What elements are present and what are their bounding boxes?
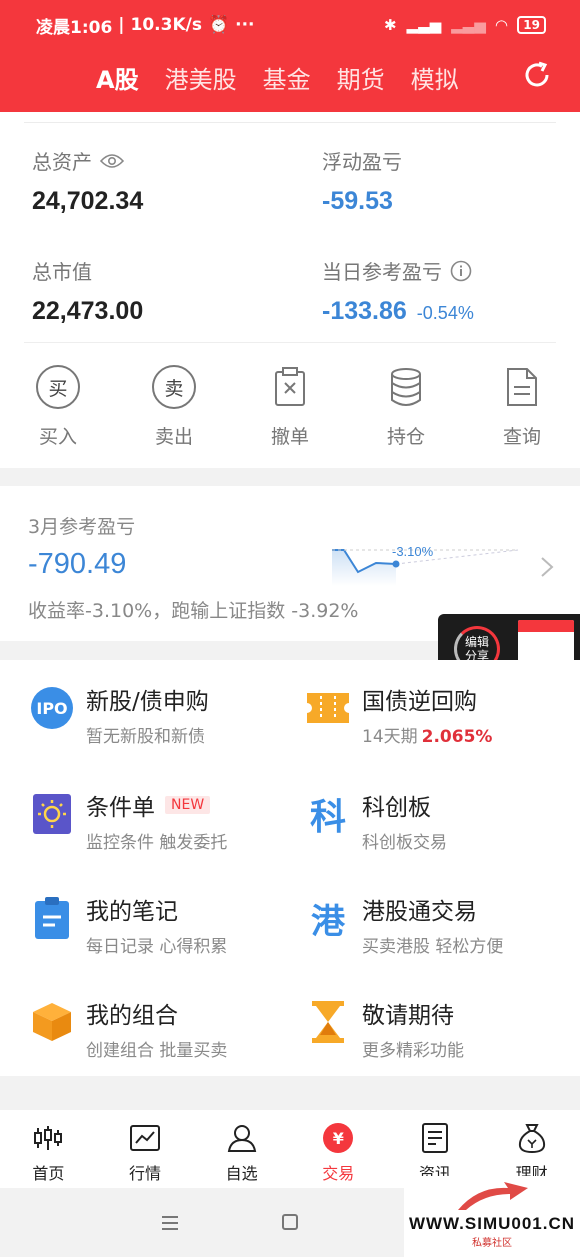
account-summary: 总资产 24,702.34 浮动盈亏 -59.53 总市值 22,473.00 … (0, 112, 580, 468)
query-button[interactable]: 查询 (464, 364, 580, 449)
monthly-desc: 收益率-3.10%，跑输上证指数 -3.92% (28, 600, 359, 622)
status-speed: 10.3K/s (130, 15, 202, 35)
repo-rate: 2.065% (421, 727, 493, 747)
user-icon (226, 1122, 258, 1154)
star-market-icon: 科 (309, 797, 346, 838)
home-square-icon[interactable] (282, 1214, 298, 1230)
positions-button[interactable]: 持仓 (348, 364, 464, 449)
hourglass-icon (306, 1000, 350, 1044)
alarm-icon: ⏰ (207, 15, 230, 35)
tab-simulation[interactable]: 模拟 (411, 60, 459, 95)
daily-pl: 当日参考盈亏 -133.86 -0.54% (322, 260, 474, 325)
yen-icon: ¥ (323, 1123, 354, 1153)
top-bar: 凌晨1:06 | 10.3K/s ⏰ ··· ✱ ▂▃▅ ▂▃▅ ◠ 19 A股… (0, 0, 580, 112)
watermark-logo-icon (458, 1182, 528, 1210)
feature-conditional-order[interactable]: 条件单 NEW 监控条件 触发委托 (30, 774, 300, 854)
query-document-icon (507, 368, 537, 406)
daily-pl-pct: -0.54% (416, 303, 474, 323)
feature-star-market[interactable]: 科 科创板 科创板交易 (306, 774, 576, 854)
total-assets: 总资产 24,702.34 (32, 150, 144, 215)
floating-pl-value: -59.53 (322, 187, 393, 215)
status-bar: 凌晨1:06 | 10.3K/s ⏰ ··· ✱ ▂▃▅ ▂▃▅ ◠ 19 (0, 0, 580, 50)
wifi-icon: ◠ (495, 16, 508, 34)
cancel-order-button[interactable]: 撤单 (232, 364, 348, 449)
sell-icon: 卖 (152, 365, 196, 409)
watermark: WWW.SIMU001.CN 私募社区 (404, 1176, 580, 1257)
nav-watchlist[interactable]: 自选 (193, 1110, 290, 1188)
ipo-icon: IPO (30, 686, 74, 730)
chart-line-icon (129, 1122, 161, 1154)
cancel-order-icon (275, 367, 305, 406)
battery-icon: 19 (517, 16, 546, 34)
buy-button[interactable]: 买 买入 (0, 364, 116, 449)
status-time: 凌晨1:06 (36, 17, 113, 38)
tab-futures[interactable]: 期货 (337, 60, 385, 95)
nav-trade[interactable]: ¥ 交易 (290, 1110, 387, 1188)
monthly-title: 3月参考盈亏 (28, 516, 136, 538)
nav-market[interactable]: 行情 (97, 1110, 194, 1188)
money-bag-icon (516, 1122, 548, 1154)
monthly-sparkline: -3.10% (332, 544, 519, 586)
monthly-value: -790.49 (28, 548, 127, 580)
candlestick-icon (32, 1122, 64, 1154)
total-assets-value: 24,702.34 (32, 187, 144, 215)
feature-portfolio[interactable]: 我的组合 创建组合 批量买卖 (30, 982, 300, 1062)
feature-repo[interactable]: 国债逆回购 14天期 2.065% (306, 668, 576, 748)
nav-home[interactable]: 首页 (0, 1110, 97, 1188)
more-dots: ··· (235, 15, 255, 35)
daily-pl-value: -133.86 (322, 297, 407, 325)
feature-ipo[interactable]: IPO 新股/债申购 暂无新股和新债 (30, 668, 300, 748)
box-icon (30, 1000, 74, 1044)
refresh-icon[interactable] (522, 60, 552, 90)
positions-icon (391, 368, 421, 406)
tab-a-shares[interactable]: A股 (96, 60, 139, 95)
bluetooth-icon: ✱ (383, 16, 397, 34)
feature-hk-connect[interactable]: 港 港股通交易 买卖港股 轻松方便 (306, 878, 576, 958)
menu-icon[interactable] (162, 1216, 178, 1234)
buy-icon: 买 (36, 365, 80, 409)
bulb-icon (30, 792, 74, 836)
feature-coming-soon[interactable]: 敬请期待 更多精彩功能 (306, 982, 576, 1062)
monthly-spark-label: -3.10% (392, 544, 434, 559)
floating-pl: 浮动盈亏 -59.53 (322, 150, 402, 215)
market-tabs: A股 港美股 基金 期货 模拟 (0, 52, 580, 102)
market-value-value: 22,473.00 (32, 297, 144, 325)
sell-button[interactable]: 卖 卖出 (116, 364, 232, 449)
info-icon[interactable] (450, 260, 472, 282)
eye-icon[interactable] (100, 153, 124, 169)
ticket-icon (306, 686, 350, 730)
tab-hk-us[interactable]: 港美股 (165, 60, 237, 95)
signal-empty-icon: ▂▃▅ (451, 16, 486, 34)
trade-actions: 买 买入 卖 卖出 撤单 持仓 查询 (0, 364, 580, 449)
notes-clipboard-icon (30, 896, 74, 940)
chevron-right-icon[interactable] (540, 556, 554, 578)
news-icon (419, 1122, 451, 1154)
feature-notes[interactable]: 我的笔记 每日记录 心得积累 (30, 878, 300, 958)
hk-connect-icon: 港 (311, 901, 345, 942)
feature-grid: IPO 新股/债申购 暂无新股和新债 国债逆回购 14天期 2.065% 条件单 NEW… (0, 660, 580, 1076)
signal-icon: ▂▃▅ (406, 16, 442, 34)
tab-funds[interactable]: 基金 (263, 60, 311, 95)
new-badge: NEW (165, 796, 211, 814)
market-value: 总市值 22,473.00 (32, 260, 144, 325)
